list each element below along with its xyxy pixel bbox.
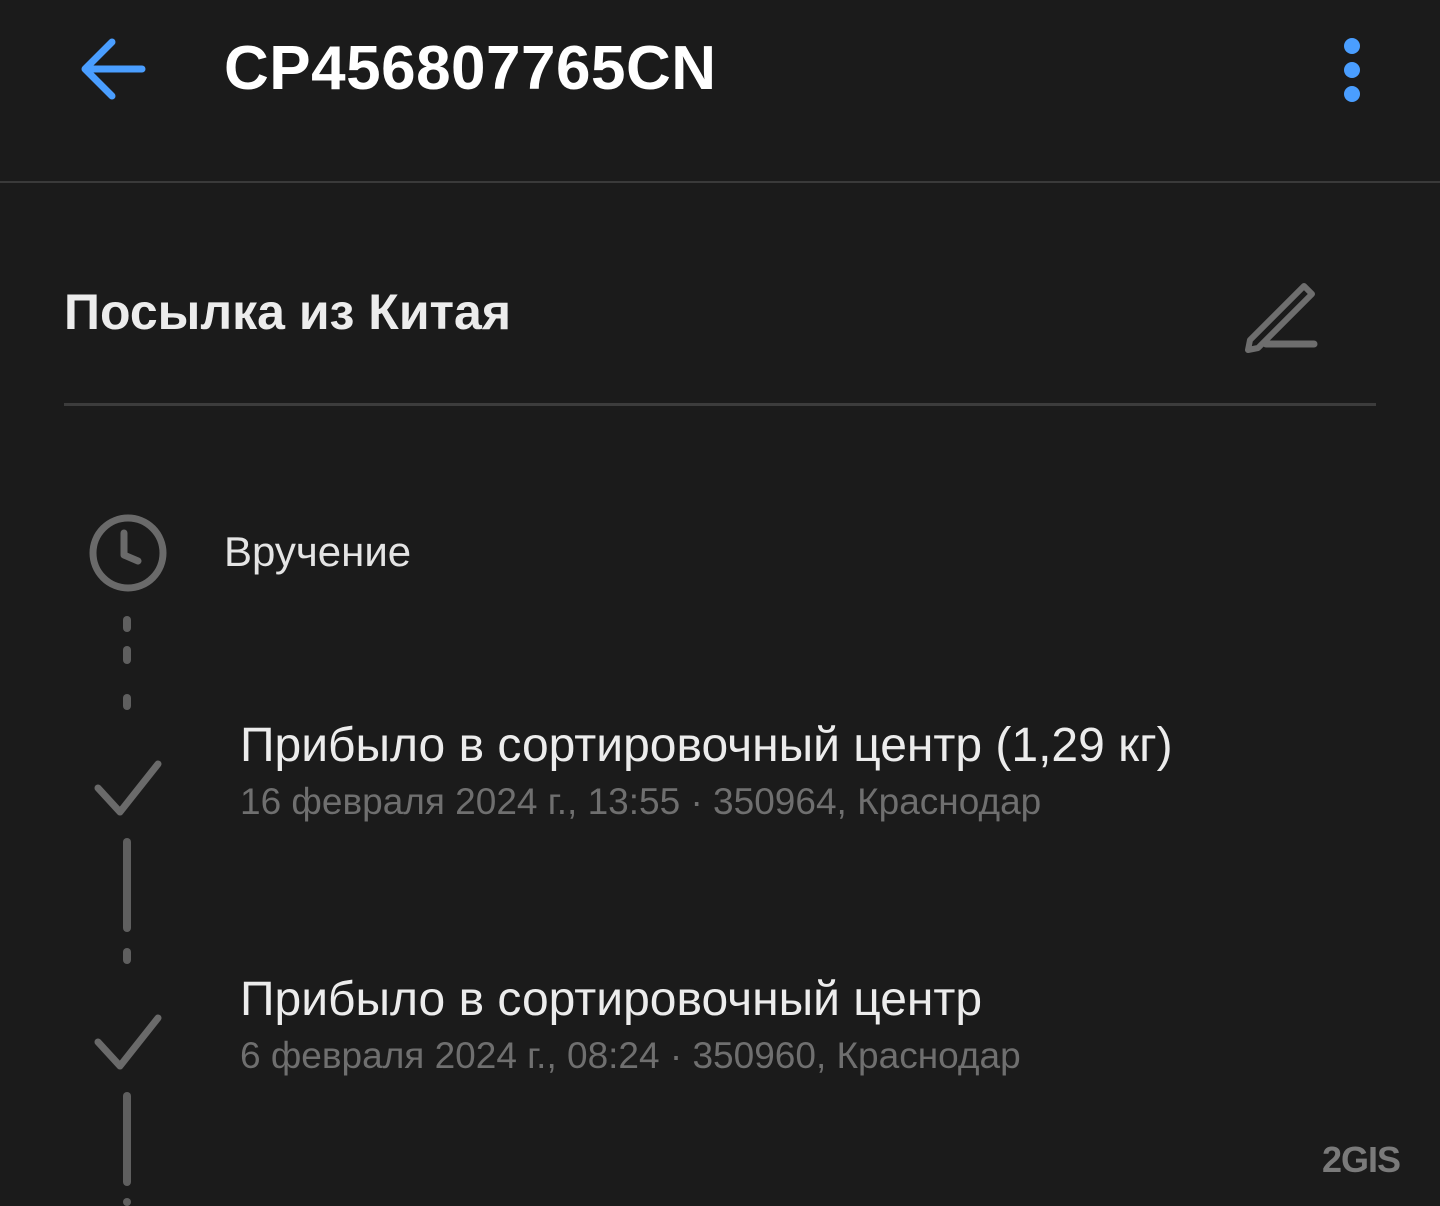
arrow-left-icon [81,38,146,100]
app-bar-divider [0,181,1440,183]
timeline-line [123,838,131,932]
check-icon [94,1014,162,1070]
section-divider [64,403,1376,406]
parcel-name: Посылка из Китая [64,284,512,340]
timeline-dash [123,948,131,964]
event-meta: 16 февраля 2024 г., 13:55 · 350964, Крас… [240,781,1042,822]
back-button[interactable] [72,28,152,108]
watermark-logo: 2GIS [1322,1139,1401,1180]
tracking-number-title: CP456807765CN [224,34,717,103]
clock-icon [89,514,167,592]
pencil-icon [1245,283,1318,353]
timeline-dash [123,646,131,664]
more-options-button[interactable] [1322,30,1382,110]
timeline-dash [123,616,131,632]
timeline-dash [123,694,131,710]
tracking-screen: CP456807765CN Посылка из Китая Вручение … [0,0,1440,1206]
edit-name-button[interactable] [1238,278,1324,354]
timeline-line [123,1092,131,1186]
status-label: Вручение [224,528,412,575]
event-meta: 6 февраля 2024 г., 08:24 · 350960, Красн… [240,1035,1021,1076]
event-title: Прибыло в сортировочный центр (1,29 кг) [240,719,1173,772]
check-icon [94,760,162,816]
event-title: Прибыло в сортировочный центр [240,973,983,1026]
app-bar: CP456807765CN [0,0,1440,182]
timeline-dash [123,1198,131,1206]
more-vertical-icon [1344,38,1360,102]
